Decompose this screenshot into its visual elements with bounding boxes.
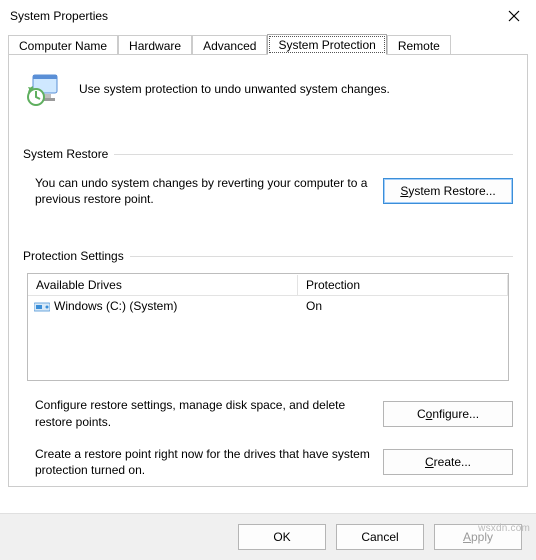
close-icon — [508, 10, 520, 22]
system-restore-icon — [25, 69, 65, 109]
divider — [130, 256, 513, 257]
system-restore-button[interactable]: System Restore... — [383, 178, 513, 204]
dialog-footer: OK Cancel Apply — [0, 513, 536, 560]
tab-advanced[interactable]: Advanced — [192, 35, 267, 55]
drive-name-cell: Windows (C:) (System) — [28, 297, 298, 315]
tab-hardware[interactable]: Hardware — [118, 35, 192, 55]
group-protection-settings-label: Protection Settings — [23, 249, 513, 263]
ok-button[interactable]: OK — [238, 524, 326, 550]
create-button[interactable]: Create... — [383, 449, 513, 475]
divider — [114, 154, 513, 155]
close-button[interactable] — [491, 1, 536, 31]
drive-protection-cell: On — [298, 297, 508, 315]
tab-system-protection[interactable]: System Protection — [267, 34, 386, 55]
intro-text: Use system protection to undo unwanted s… — [79, 82, 390, 96]
intro-row: Use system protection to undo unwanted s… — [23, 69, 513, 121]
drives-table: Available Drives Protection Windows (C:)… — [27, 273, 509, 381]
window-title: System Properties — [10, 9, 108, 23]
tab-computer-name[interactable]: Computer Name — [8, 35, 118, 55]
tab-strip: Computer Name Hardware Advanced System P… — [0, 32, 536, 54]
system-restore-heading: System Restore — [23, 147, 108, 161]
configure-button[interactable]: Configure... — [383, 401, 513, 427]
col-protection[interactable]: Protection — [298, 275, 508, 296]
drive-name: Windows (C:) (System) — [54, 299, 177, 313]
col-available-drives[interactable]: Available Drives — [28, 275, 298, 296]
drive-icon — [34, 299, 50, 313]
create-text: Create a restore point right now for the… — [35, 446, 371, 478]
system-restore-row: You can undo system changes by reverting… — [23, 175, 513, 207]
system-restore-text: You can undo system changes by reverting… — [23, 175, 371, 207]
configure-row: Configure restore settings, manage disk … — [23, 397, 513, 429]
configure-text: Configure restore settings, manage disk … — [35, 397, 371, 429]
drives-header: Available Drives Protection — [28, 274, 508, 296]
create-row: Create a restore point right now for the… — [23, 446, 513, 478]
watermark: wsxdn.com — [478, 523, 530, 534]
tab-body: Use system protection to undo unwanted s… — [8, 54, 528, 487]
drive-row[interactable]: Windows (C:) (System) On — [28, 296, 508, 316]
cancel-button[interactable]: Cancel — [336, 524, 424, 550]
group-system-restore-label: System Restore — [23, 147, 513, 161]
protection-settings-heading: Protection Settings — [23, 249, 124, 263]
titlebar: System Properties — [0, 0, 536, 32]
tab-remote[interactable]: Remote — [387, 35, 451, 55]
